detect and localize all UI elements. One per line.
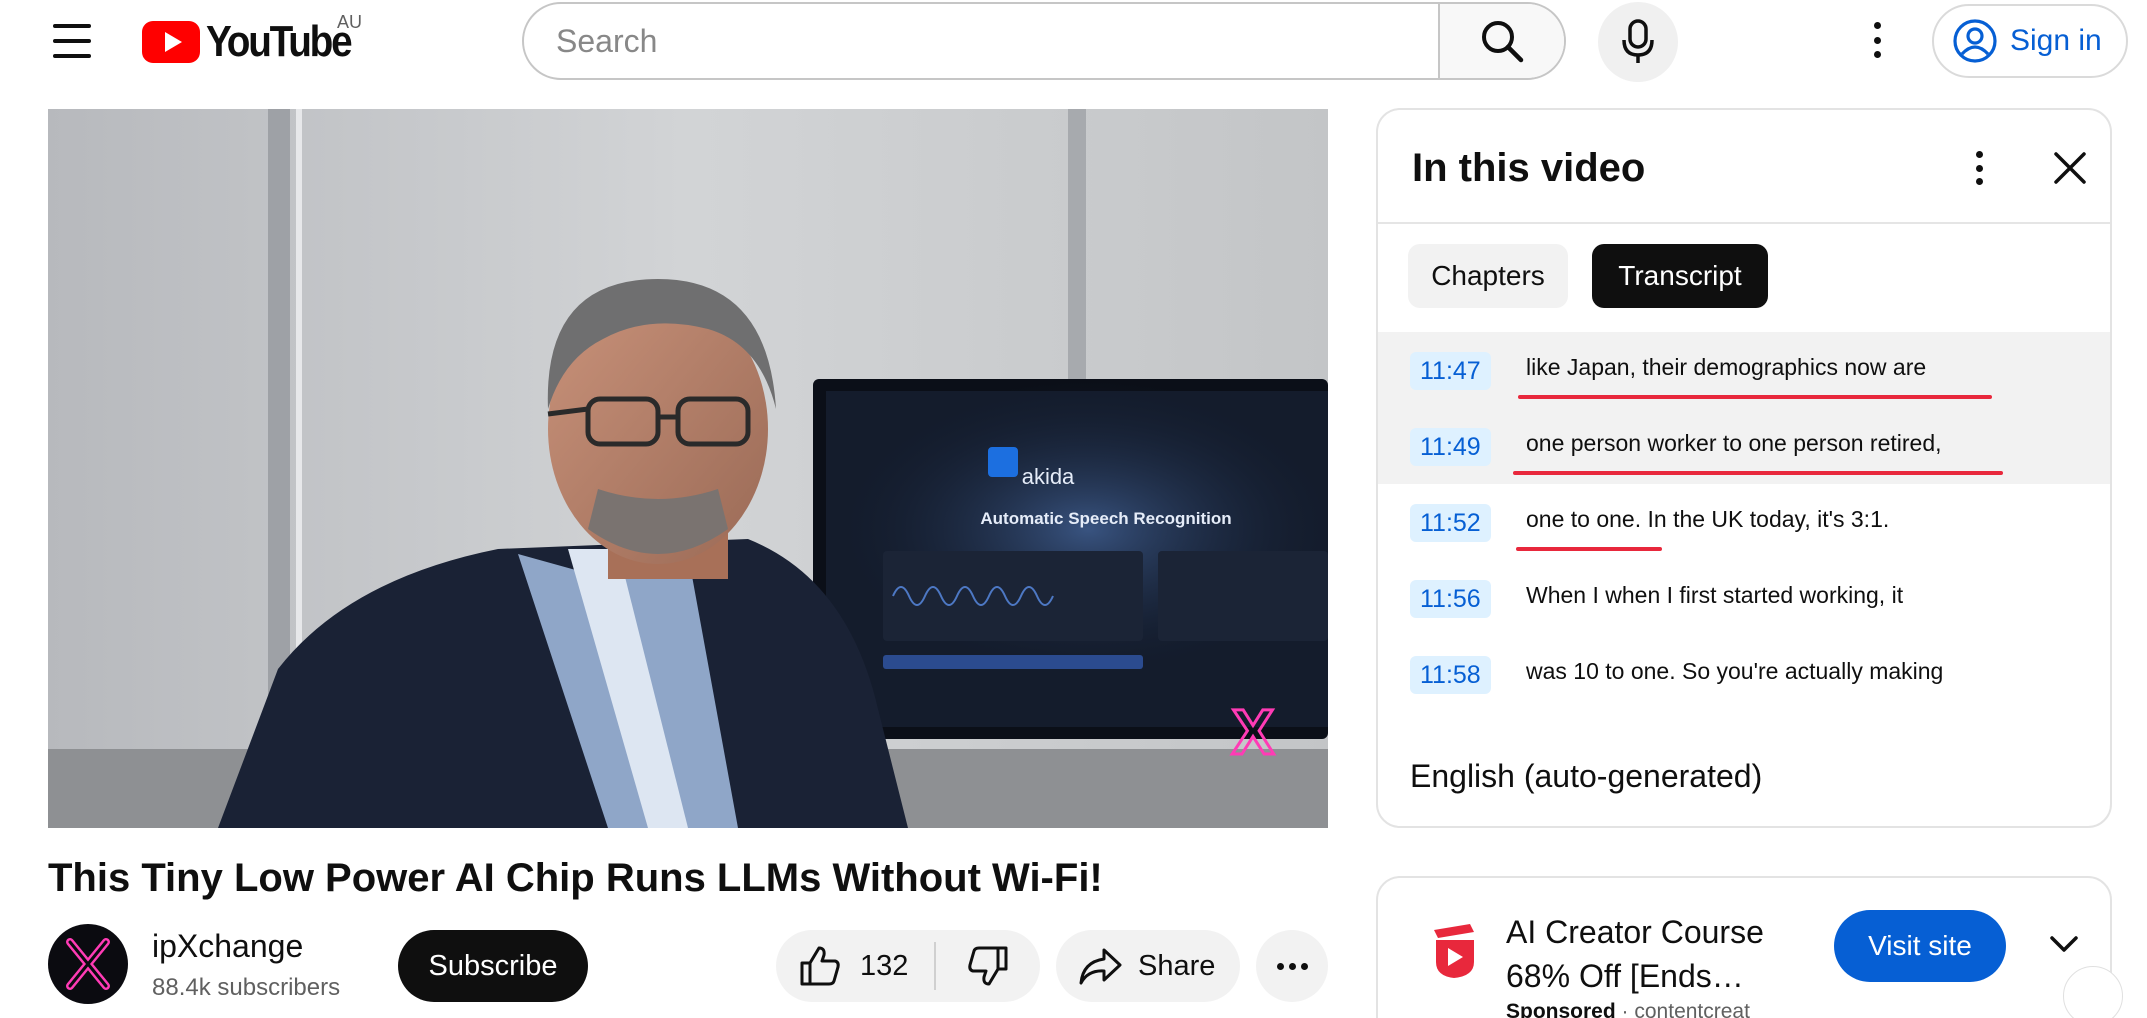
svg-text:X: X <box>1232 696 1275 768</box>
video-player[interactable]: akida Automatic Speech Recognition X <box>48 109 1328 828</box>
more-vert-icon-dot <box>1975 151 1983 158</box>
transcript-segment[interactable]: 11:58 was 10 to one. So you're actually … <box>1378 636 2110 712</box>
more-vert-icon-dot <box>1873 51 1881 58</box>
ad-advertiser: contentcreat <box>1634 1000 1750 1018</box>
segment-text: one to one. In the UK today, it's 3:1. <box>1526 506 1890 532</box>
transcript-panel: In this video Chapters Transcript 11:47 … <box>1376 108 2112 828</box>
thumbs-down-icon <box>968 946 1008 986</box>
ad-title[interactable]: AI Creator Course 68% Off [Ends… <box>1506 910 1806 998</box>
transcript-language-selector[interactable]: English (auto-generated) <box>1410 758 1762 795</box>
more-vert-icon-dot <box>1975 178 1983 185</box>
segment-text: one person worker to one person retired, <box>1526 430 1942 456</box>
transcript-segment[interactable]: 11:47 like Japan, their demographics now… <box>1378 332 2110 408</box>
annotation-underline <box>1516 547 1662 551</box>
menu-icon-bar <box>53 54 91 58</box>
segment-timestamp: 11:49 <box>1410 428 1491 466</box>
guide-menu-button[interactable] <box>50 24 94 60</box>
search-button[interactable] <box>1438 4 1564 78</box>
like-dislike-group: 132 <box>776 930 1040 1002</box>
voice-search-button[interactable] <box>1598 2 1678 82</box>
thumbs-up-icon <box>800 946 840 986</box>
microphone-icon <box>1622 19 1654 63</box>
tab-chapters[interactable]: Chapters <box>1408 244 1568 308</box>
more-actions-button[interactable] <box>1256 930 1328 1002</box>
search-box <box>522 2 1566 80</box>
logo-wordmark: YouTube <box>206 17 353 66</box>
ad-separator: · <box>1621 1000 1629 1018</box>
panel-close-button[interactable] <box>2048 146 2092 190</box>
search-input[interactable] <box>524 4 1438 78</box>
segment-timestamp: 11:47 <box>1410 352 1491 390</box>
sign-in-label: Sign in <box>2010 24 2102 57</box>
advertiser-logo-icon <box>1434 924 1474 978</box>
share-label: Share <box>1138 949 1216 982</box>
sponsored-label: Sponsored <box>1506 1000 1616 1018</box>
share-arrow-icon <box>1079 948 1122 985</box>
annotation-underline <box>1513 471 2003 475</box>
search-icon <box>1482 21 1524 63</box>
panel-divider <box>1378 222 2110 224</box>
sign-in-button[interactable]: Sign in <box>1932 4 2128 78</box>
dislike-button[interactable] <box>936 930 1040 1002</box>
more-vert-icon-dot <box>1873 22 1881 29</box>
settings-menu-button[interactable] <box>1862 18 1892 62</box>
menu-icon-bar <box>53 24 91 28</box>
annotation-underline <box>1518 395 1992 399</box>
panel-menu-button[interactable] <box>1966 148 1992 188</box>
visit-site-button[interactable]: Visit site <box>1834 910 2006 982</box>
transcript-segment[interactable]: 11:49 one person worker to one person re… <box>1378 408 2110 484</box>
like-button[interactable]: 132 <box>776 930 934 1002</box>
youtube-play-logo-icon <box>142 21 200 63</box>
subscribe-button[interactable]: Subscribe <box>398 930 588 1002</box>
menu-icon-bar <box>53 39 91 43</box>
segment-timestamp: 11:52 <box>1410 504 1491 542</box>
chevron-down-icon[interactable] <box>2044 924 2084 964</box>
more-vert-icon-dot <box>1873 36 1881 44</box>
share-button[interactable]: Share <box>1056 930 1240 1002</box>
more-vert-icon-dot <box>1975 164 1983 172</box>
youtube-logo[interactable]: YouTube <box>142 17 370 66</box>
ad-sponsored-line: Sponsored · contentcreat <box>1506 1000 1750 1018</box>
like-count: 132 <box>860 949 909 982</box>
segment-text: was 10 to one. So you're actually making <box>1526 658 1944 684</box>
channel-avatar[interactable] <box>48 924 128 1004</box>
transcript-segment[interactable]: 11:52 one to one. In the UK today, it's … <box>1378 484 2110 560</box>
transcript-segment[interactable]: 11:56 When I when I first started workin… <box>1378 560 2110 636</box>
video-frame: akida Automatic Speech Recognition X <box>48 109 1328 828</box>
segment-timestamp: 11:58 <box>1410 656 1491 694</box>
more-horiz-icon-dot <box>1300 962 1308 970</box>
video-title: This Tiny Low Power AI Chip Runs LLMs Wi… <box>48 856 1103 900</box>
floating-circle-button[interactable] <box>2063 966 2123 1018</box>
more-horiz-icon-dot <box>1288 962 1296 970</box>
tab-transcript[interactable]: Transcript <box>1592 244 1768 308</box>
segment-timestamp: 11:56 <box>1410 580 1491 618</box>
more-horiz-icon-dot <box>1276 962 1284 970</box>
channel-logo-icon <box>66 938 110 990</box>
segment-text: like Japan, their demographics now are <box>1526 354 1927 380</box>
frame-screen-brand: akida <box>1022 464 1075 489</box>
channel-name[interactable]: ipXchange <box>152 928 303 965</box>
frame-screen-heading: Automatic Speech Recognition <box>980 509 1231 528</box>
country-code: AU <box>337 12 363 32</box>
segment-text: When I when I first started working, it <box>1526 582 1904 608</box>
panel-title: In this video <box>1412 146 1646 190</box>
subscriber-count: 88.4k subscribers <box>152 974 341 1001</box>
account-circle-icon <box>1953 19 1997 63</box>
sponsored-ad-card[interactable]: AI Creator Course 68% Off [Ends… Sponsor… <box>1376 876 2112 1018</box>
close-icon <box>2054 152 2086 184</box>
